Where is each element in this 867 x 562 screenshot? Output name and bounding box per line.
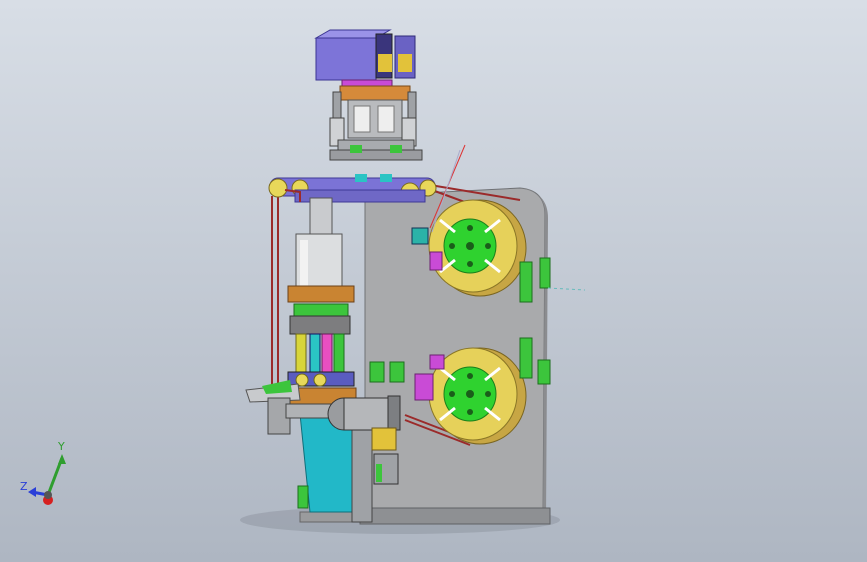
coordinate-triad: Y Z: [18, 440, 78, 520]
top-motor-unit[interactable]: [314, 29, 416, 89]
cad-viewport[interactable]: Y Z: [0, 0, 867, 562]
z-axis-label: Z: [20, 480, 28, 493]
triad-origin: [44, 491, 52, 499]
base-fitting: [297, 485, 309, 509]
machine-3d-model[interactable]: [0, 0, 867, 562]
z-axis-head: [28, 487, 36, 497]
top-carriage[interactable]: [329, 85, 423, 161]
y-axis-head: [58, 454, 66, 464]
y-axis-label: Y: [58, 440, 65, 453]
top-beam[interactable]: [268, 174, 437, 203]
left-column-assembly[interactable]: [283, 197, 357, 405]
